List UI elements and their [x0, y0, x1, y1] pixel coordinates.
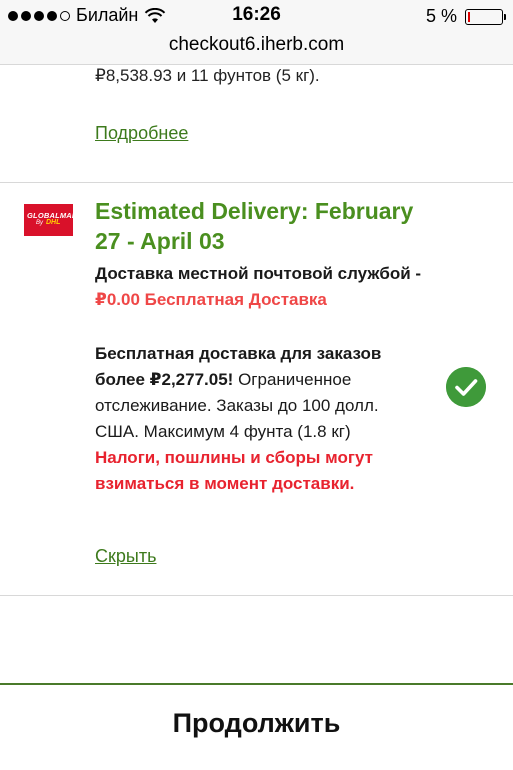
method-price: ₽0.00 Бесплатная Доставка — [95, 290, 327, 309]
battery-level-fill — [468, 11, 470, 22]
url-text: checkout6.iherb.com — [168, 34, 345, 55]
battery-area: 5 % — [425, 6, 506, 27]
status-bar: Билайн 16:26 5 % — [0, 0, 513, 34]
more-details-link[interactable]: Подробнее — [95, 123, 188, 144]
hide-details-link[interactable]: Скрыть — [95, 546, 156, 567]
divider — [0, 182, 513, 183]
duties-warning: Налоги, пошлины и сборы могут взиматься … — [95, 448, 373, 493]
shipping-option-details[interactable]: Estimated Delivery: February 27 - April … — [95, 196, 425, 497]
method-name: Доставка местной почтовой службой - — [95, 264, 422, 283]
estimated-delivery-title: Estimated Delivery: February 27 - April … — [95, 198, 414, 254]
continue-button[interactable]: Продолжить — [0, 708, 513, 739]
address-bar[interactable]: checkout6.iherb.com — [0, 34, 513, 65]
footer-divider — [0, 683, 513, 685]
battery-icon — [465, 8, 506, 25]
shipping-method: Доставка местной почтовой службой - ₽0.0… — [95, 261, 425, 313]
selected-check-icon[interactable] — [446, 367, 486, 407]
divider — [0, 595, 513, 596]
battery-percent: 5 % — [425, 6, 457, 26]
globalmail-dhl-logo: GLOBALMAIL By DHL — [24, 204, 79, 236]
previous-option-price: ₽8,538.93 и 11 фунтов (5 кг). — [95, 66, 320, 85]
free-shipping-info: Бесплатная доставка для заказов более ₽2… — [95, 341, 425, 497]
